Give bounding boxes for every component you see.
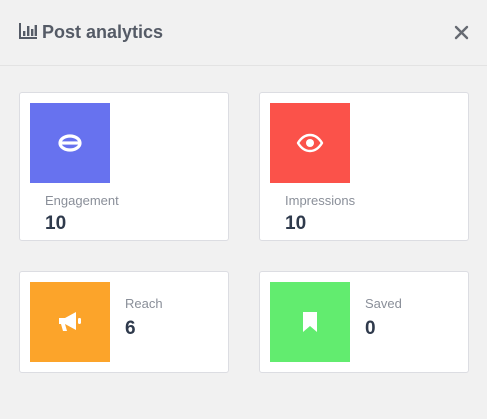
close-icon <box>454 25 469 40</box>
close-button[interactable] <box>452 23 472 43</box>
saved-tile <box>270 282 350 362</box>
post-analytics-modal: Post analytics Engagement 10 Impressions… <box>0 0 487 419</box>
bookmark-icon <box>303 312 317 332</box>
engagement-label: Engagement <box>45 193 119 208</box>
megaphone-icon <box>59 312 81 331</box>
impressions-tile <box>270 103 350 183</box>
eye-icon <box>296 133 324 153</box>
reach-value: 6 <box>125 318 136 339</box>
reach-label: Reach <box>125 296 163 311</box>
impressions-label: Impressions <box>285 193 356 208</box>
engagement-value: 10 <box>45 213 67 234</box>
modal-header: Post analytics <box>0 0 487 66</box>
engagement-tile <box>30 103 110 183</box>
saved-value: 0 <box>365 318 376 339</box>
modal-title: Post analytics <box>42 22 164 42</box>
reach-card: Reach 6 <box>19 271 229 373</box>
saved-card: Saved 0 <box>259 271 469 373</box>
saved-label: Saved <box>365 296 402 311</box>
impressions-card: Impressions 10 <box>259 92 469 241</box>
bar-chart-icon <box>19 23 37 39</box>
ring-icon <box>58 134 82 152</box>
reach-tile <box>30 282 110 362</box>
engagement-card: Engagement 10 <box>19 92 229 241</box>
impressions-value: 10 <box>285 213 307 234</box>
